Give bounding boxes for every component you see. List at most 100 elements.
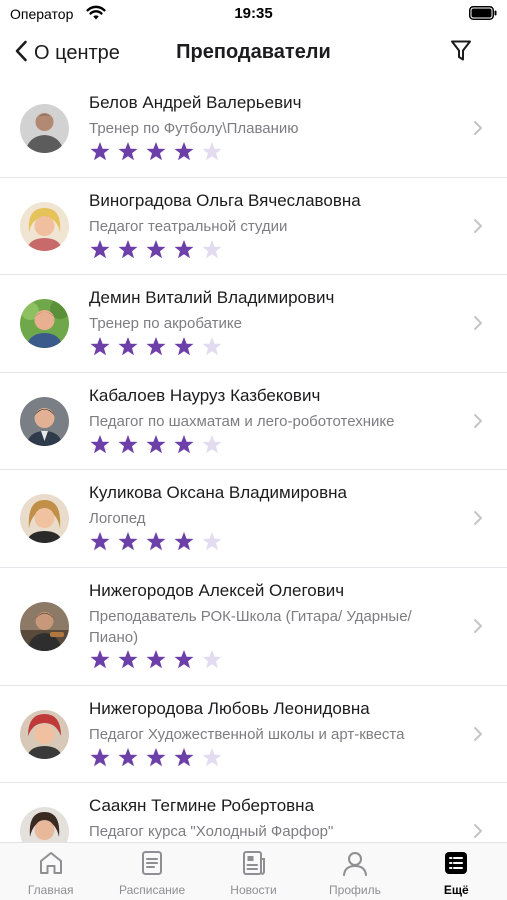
star-empty-icon: [202, 337, 222, 356]
star-filled-icon: [118, 240, 138, 259]
teacher-row[interactable]: Саакян Тегмине Робертовна Педагог курса …: [0, 783, 507, 842]
star-empty-icon: [202, 748, 222, 767]
teacher-row[interactable]: Нижегородов Алексей Олегович Преподавате…: [0, 568, 507, 686]
avatar: [20, 104, 69, 153]
schedule-icon: [138, 850, 166, 881]
star-filled-icon: [174, 435, 194, 454]
star-filled-icon: [90, 240, 110, 259]
star-filled-icon: [118, 532, 138, 551]
chevron-right-icon: [473, 120, 483, 141]
star-filled-icon: [146, 435, 166, 454]
star-empty-icon: [202, 240, 222, 259]
teacher-role: Тренер по Футболу\Плаванию: [89, 120, 299, 137]
tab-label: Профиль: [329, 883, 381, 897]
filter-button[interactable]: [447, 39, 475, 67]
star-filled-icon: [146, 337, 166, 356]
tab-schedule[interactable]: Расписание: [101, 843, 202, 900]
star-filled-icon: [118, 748, 138, 767]
teacher-role: Педагог по шахматам и лего-робототехнике: [89, 413, 395, 430]
chevron-right-icon: [473, 315, 483, 336]
star-filled-icon: [146, 748, 166, 767]
star-filled-icon: [118, 142, 138, 161]
tab-home[interactable]: Главная: [0, 843, 101, 900]
filter-icon: [450, 39, 472, 68]
star-filled-icon: [118, 337, 138, 356]
avatar: [20, 710, 69, 759]
teacher-row[interactable]: Нижегородова Любовь Леонидовна Педагог Х…: [0, 686, 507, 783]
star-filled-icon: [174, 650, 194, 669]
tab-bar: Главная Расписание Новости Профиль Ещё: [0, 842, 507, 900]
rating-stars: [89, 239, 229, 261]
news-icon: [240, 850, 268, 881]
teacher-name: Нижегородова Любовь Леонидовна: [89, 699, 370, 718]
tab-label: Ещё: [443, 883, 469, 897]
rating-stars: [89, 141, 229, 163]
teacher-role: Преподаватель РОК-Школа (Гитара/ Ударные…: [89, 608, 412, 646]
teacher-list[interactable]: Белов Андрей Валерьевич Тренер по Футбол…: [0, 80, 507, 842]
tab-profile[interactable]: Профиль: [304, 843, 405, 900]
chevron-right-icon: [473, 413, 483, 434]
teacher-row[interactable]: Виноградова Ольга Вячеславовна Педагог т…: [0, 178, 507, 275]
rating-stars: [89, 434, 229, 456]
chevron-right-icon: [473, 726, 483, 747]
battery-icon: [469, 6, 497, 25]
tab-label: Новости: [230, 883, 277, 897]
teacher-row[interactable]: Демин Виталий Владимирович Тренер по акр…: [0, 275, 507, 373]
back-button[interactable]: О центре: [14, 38, 120, 68]
tab-more[interactable]: Ещё: [406, 843, 507, 900]
star-filled-icon: [90, 650, 110, 669]
star-filled-icon: [174, 142, 194, 161]
chevron-right-icon: [473, 510, 483, 531]
avatar: [20, 397, 69, 446]
profile-icon: [341, 850, 369, 881]
rating-stars: [89, 336, 229, 358]
home-icon: [37, 850, 65, 881]
star-filled-icon: [118, 650, 138, 669]
teacher-role: Тренер по акробатике: [89, 315, 242, 332]
more-list-icon: [442, 850, 470, 881]
star-filled-icon: [90, 435, 110, 454]
tab-news[interactable]: Новости: [203, 843, 304, 900]
teacher-name: Виноградова Ольга Вячеславовна: [89, 191, 361, 210]
teacher-name: Саакян Тегмине Робертовна: [89, 796, 315, 815]
back-button-label: О центре: [34, 41, 120, 64]
teacher-role: Педагог Художественной школы и арт-квест…: [89, 726, 405, 743]
star-filled-icon: [174, 240, 194, 259]
teacher-role: Педагог курса "Холодный Фарфор": [89, 823, 334, 840]
rating-stars: [89, 531, 229, 553]
chevron-right-icon: [473, 218, 483, 239]
chevron-right-icon: [473, 618, 483, 639]
avatar: [20, 807, 69, 842]
teacher-role: Логопед: [89, 510, 146, 527]
star-empty-icon: [202, 142, 222, 161]
teacher-row[interactable]: Белов Андрей Валерьевич Тренер по Футбол…: [0, 80, 507, 178]
teacher-name: Нижегородов Алексей Олегович: [89, 581, 345, 600]
teacher-row[interactable]: Кабалоев Науруз Казбекович Педагог по ша…: [0, 373, 507, 470]
star-filled-icon: [146, 532, 166, 551]
teacher-name: Кабалоев Науруз Казбекович: [89, 386, 321, 405]
star-filled-icon: [90, 142, 110, 161]
status-time: 19:35: [234, 5, 273, 22]
rating-stars: [89, 747, 229, 769]
star-filled-icon: [174, 748, 194, 767]
teacher-name: Куликова Оксана Владимировна: [89, 483, 348, 502]
star-filled-icon: [90, 748, 110, 767]
star-filled-icon: [90, 337, 110, 356]
teacher-name: Демин Виталий Владимирович: [89, 288, 335, 307]
avatar: [20, 494, 69, 543]
star-filled-icon: [90, 532, 110, 551]
tab-label: Главная: [27, 883, 74, 897]
teacher-role: Педагог театральной студии: [89, 218, 288, 235]
avatar: [20, 602, 69, 651]
avatar: [20, 299, 69, 348]
star-filled-icon: [174, 337, 194, 356]
teacher-row[interactable]: Куликова Оксана Владимировна Логопед: [0, 470, 507, 568]
chevron-right-icon: [473, 823, 483, 842]
star-filled-icon: [146, 240, 166, 259]
teacher-name: Белов Андрей Валерьевич: [89, 93, 302, 112]
status-bar: Оператор 19:35: [0, 0, 507, 30]
navigation-bar: О центре Преподаватели: [0, 30, 507, 78]
star-filled-icon: [174, 532, 194, 551]
star-empty-icon: [202, 435, 222, 454]
avatar: [20, 202, 69, 251]
